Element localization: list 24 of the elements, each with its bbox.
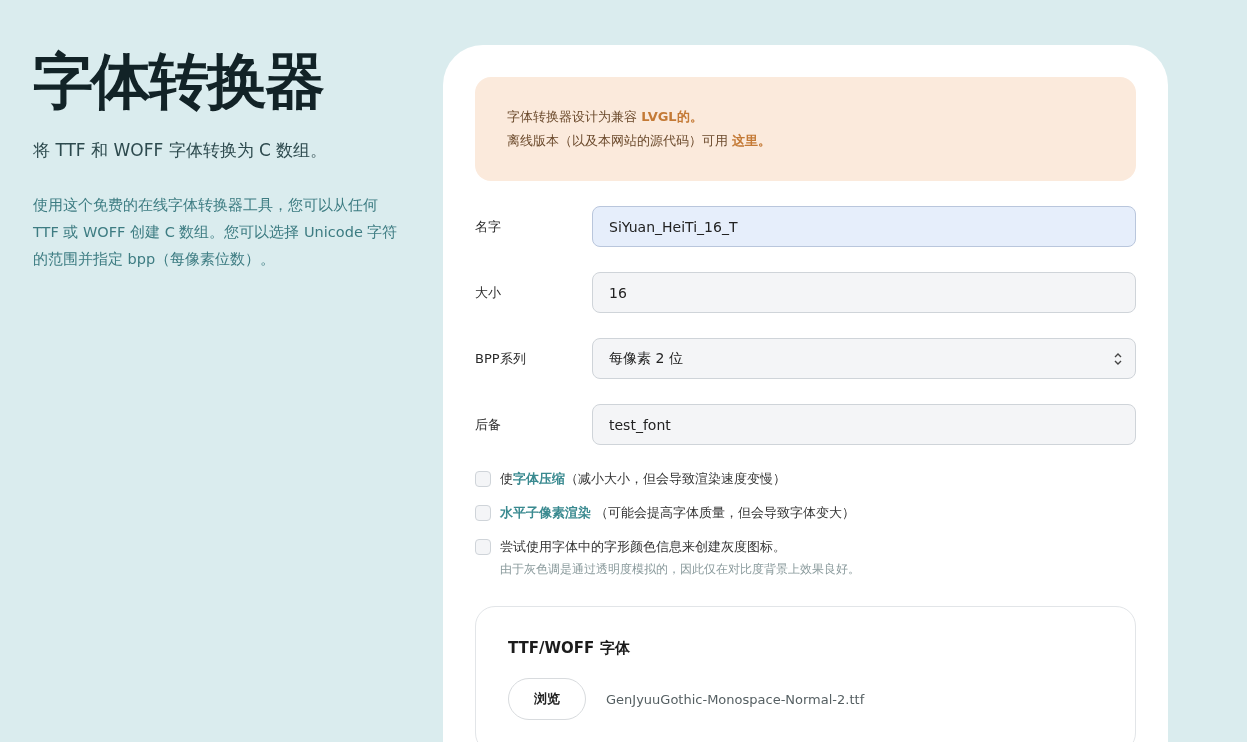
select-field[interactable]: 每像素 2 位 xyxy=(592,338,1136,379)
field-label: 后备 xyxy=(475,415,502,434)
field-label: 大小 xyxy=(475,283,502,302)
option-label: 使字体压缩（减小大小，但会导致渲染速度变慢） xyxy=(500,471,786,487)
page-title: 字体转换器 xyxy=(33,45,325,117)
browse-button[interactable]: 浏览 xyxy=(508,678,586,720)
option-label: 尝试使用字体中的字形颜色信息来创建灰度图标。 xyxy=(500,539,787,555)
option-label: 水平子像素渲染 （可能会提高字体质量，但会导致字体变大） xyxy=(500,505,856,521)
input-field[interactable]: test_font xyxy=(592,404,1136,445)
input-field[interactable]: SiYuan_HeiTi_16_T xyxy=(592,206,1136,247)
field-label: BPP系列 xyxy=(475,349,527,368)
file-name: GenJyuuGothic-Monospace-Normal-2.ttf xyxy=(606,691,865,707)
description: 使用这个免费的在线字体转换器工具，您可以从任何 TTF 或 WOFF 创建 C 数组。您可以选择 Unicode 字符的范围并指定 bpp（每像素位数）。 xyxy=(33,196,399,269)
checkbox[interactable] xyxy=(475,539,491,555)
notice-text: 离线版本（以及本网站的源代码）可用 这里。 xyxy=(507,132,773,150)
option-hint: 由于灰色调是通过透明度模拟的，因此仅在对比度背景上效果良好。 xyxy=(500,561,860,578)
section-title: TTF/WOFF 字体 xyxy=(508,639,631,658)
checkbox[interactable] xyxy=(475,471,491,487)
chevron-icon xyxy=(1113,351,1123,366)
checkbox[interactable] xyxy=(475,505,491,521)
subtitle: 将 TTF 和 WOFF 字体转换为 C 数组。 xyxy=(33,139,329,162)
input-field[interactable]: 16 xyxy=(592,272,1136,313)
field-label: 名字 xyxy=(475,217,502,236)
notice-text: 字体转换器设计为兼容 LVGL的。 xyxy=(507,108,704,126)
